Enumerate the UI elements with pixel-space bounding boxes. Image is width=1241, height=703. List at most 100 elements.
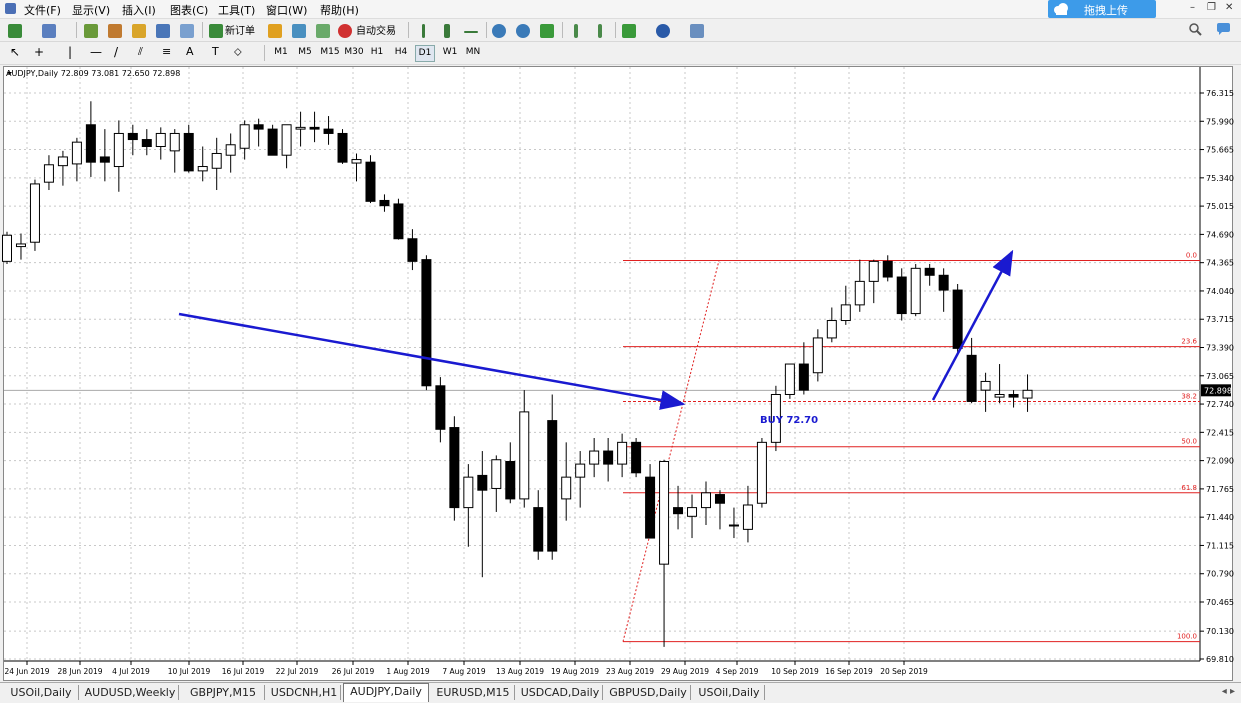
bull-candle <box>239 124 250 149</box>
price-label: 74.690 <box>1206 230 1234 239</box>
date-label: 19 Aug 2019 <box>551 667 599 676</box>
price-label: 71.765 <box>1206 485 1234 494</box>
bull-candle <box>463 476 474 509</box>
bull-candle <box>491 459 502 489</box>
price-label: 70.465 <box>1206 598 1234 607</box>
tab-scroll-arrows[interactable]: ◂ ▸ <box>1222 686 1235 697</box>
price-label: 75.665 <box>1206 146 1234 155</box>
tab-gbpusd-daily[interactable]: GBPUSD,Daily <box>606 685 691 700</box>
date-label: 24 Jun 2019 <box>4 667 49 676</box>
bull-candle <box>868 260 879 282</box>
bull-candle <box>826 320 837 339</box>
bull-candle <box>784 363 795 395</box>
price-label: 74.040 <box>1206 287 1234 296</box>
tab-audusd-weekly[interactable]: AUDUSD,Weekly <box>82 685 179 700</box>
bear-candle <box>966 354 977 402</box>
bull-candle <box>980 380 991 391</box>
price-label: 75.990 <box>1206 117 1234 126</box>
fib-level-label: 61.8 <box>1181 484 1197 492</box>
price-label: 73.065 <box>1206 372 1234 381</box>
tab-usdcad-daily[interactable]: USDCAD,Daily <box>518 685 603 700</box>
price-label: 69.810 <box>1206 655 1234 664</box>
bear-candle <box>309 126 320 130</box>
bull-candle <box>281 124 292 156</box>
date-label: 22 Jul 2019 <box>276 667 319 676</box>
bull-candle <box>351 159 362 164</box>
bull-candle <box>169 132 180 152</box>
date-label: 10 Sep 2019 <box>771 667 819 676</box>
bull-candle <box>43 164 54 183</box>
bull-candle <box>575 463 586 478</box>
bear-candle <box>99 156 110 163</box>
bull-candle <box>113 132 124 168</box>
bull-candle <box>57 156 68 167</box>
bull-candle <box>617 441 628 465</box>
price-label: 71.440 <box>1206 513 1234 522</box>
price-label: 72.090 <box>1206 457 1234 466</box>
bear-candle <box>127 132 138 141</box>
date-label: 1 Aug 2019 <box>386 667 429 676</box>
bear-candle <box>952 289 963 349</box>
tab-usdcnh-h1[interactable]: USDCNH,H1 <box>268 685 341 700</box>
bull-candle <box>2 234 12 262</box>
date-label: 10 Jul 2019 <box>168 667 211 676</box>
bull-candle <box>561 476 572 500</box>
bull-candle <box>840 304 851 322</box>
date-label: 4 Sep 2019 <box>716 667 759 676</box>
fib-level-label: 38.2 <box>1181 392 1197 400</box>
price-label: 73.715 <box>1206 315 1234 324</box>
tab-usoil-daily[interactable]: USOil,Daily <box>4 685 79 700</box>
bull-candle <box>854 280 865 306</box>
bear-candle <box>449 427 460 509</box>
date-label: 26 Jul 2019 <box>332 667 375 676</box>
bull-candle <box>701 492 711 509</box>
fib-level-label: 23.6 <box>1181 338 1197 346</box>
bear-candle <box>435 385 446 430</box>
tab-usoil-daily-2[interactable]: USOil,Daily <box>694 685 765 700</box>
bear-candle <box>547 420 558 552</box>
bear-candle <box>896 276 907 315</box>
bull-candle <box>659 460 670 565</box>
tab-eurusd-m15[interactable]: EURUSD,M15 <box>432 685 515 700</box>
price-label: 75.340 <box>1206 174 1234 183</box>
candlestick-chart[interactable]: 76.315 75.990 75.665 75.340 75.015 74.690 74.3… <box>0 0 1241 702</box>
fib-level-label: 100.0 <box>1177 633 1197 641</box>
date-label: 29 Aug 2019 <box>661 667 709 676</box>
bull-candle <box>687 507 698 517</box>
fib-level-label: 50.0 <box>1181 438 1197 446</box>
price-label: 70.130 <box>1206 627 1234 636</box>
bear-candle <box>924 267 935 276</box>
bear-candle <box>183 132 194 172</box>
bear-candle <box>379 199 390 207</box>
current-price-label: 72.898 <box>1204 386 1232 395</box>
bear-candle <box>603 450 614 465</box>
bear-candle <box>1008 393 1019 398</box>
date-label: 16 Jul 2019 <box>222 667 265 676</box>
bull-candle <box>728 524 739 527</box>
bear-candle <box>645 476 656 539</box>
bull-candle <box>994 393 1005 398</box>
bear-candle <box>673 507 684 515</box>
date-label: 28 Jun 2019 <box>57 667 102 676</box>
price-label: 76.315 <box>1206 89 1234 98</box>
bull-candle <box>910 267 921 315</box>
bull-candle <box>211 152 222 169</box>
bear-candle <box>631 441 642 474</box>
bull-candle <box>742 504 753 530</box>
bear-candle <box>477 474 488 491</box>
bull-candle <box>519 411 530 500</box>
bull-candle <box>756 441 767 504</box>
price-label: 72.415 <box>1206 428 1234 437</box>
bull-candle <box>15 243 26 248</box>
price-label: 70.790 <box>1206 570 1234 579</box>
bear-candle <box>365 161 376 202</box>
bear-candle <box>323 128 334 134</box>
bear-candle <box>533 507 544 552</box>
bear-candle <box>141 139 152 148</box>
bull-candle <box>197 166 208 172</box>
date-label: 13 Aug 2019 <box>496 667 544 676</box>
tab-gbpjpy-m15[interactable]: GBPJPY,M15 <box>182 685 265 700</box>
tab-audjpy-daily[interactable]: AUDJPY,Daily <box>343 683 429 702</box>
bear-candle <box>337 132 348 163</box>
chart-header: AUDJPY,Daily 72.809 73.081 72.650 72.898 <box>6 69 180 78</box>
